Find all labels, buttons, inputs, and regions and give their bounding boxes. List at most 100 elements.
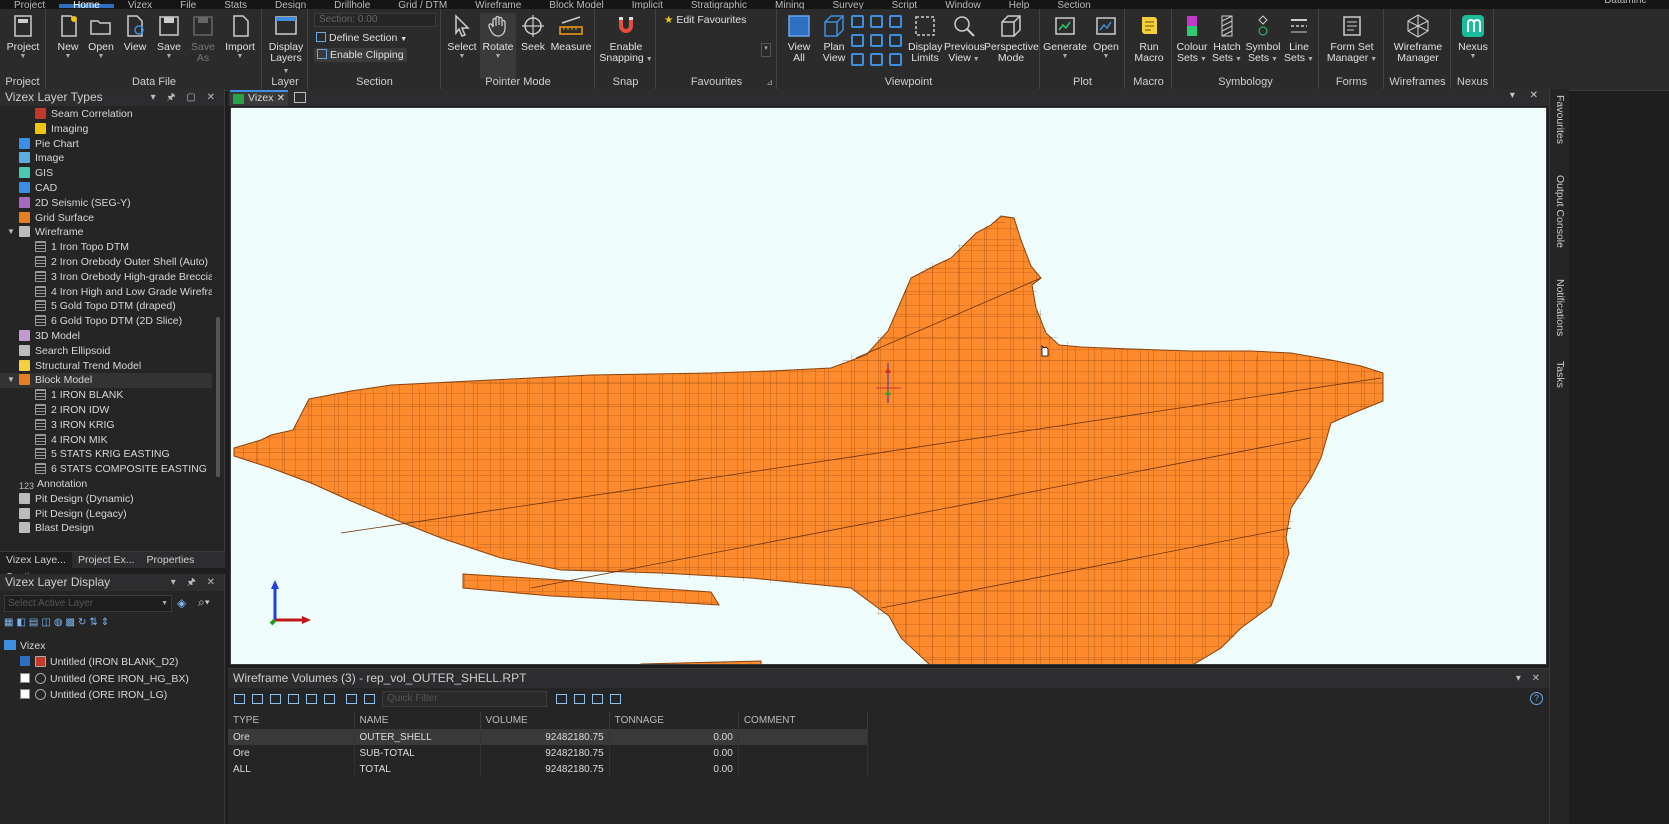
line-sets-button[interactable]: Line Sets ▼ bbox=[1283, 13, 1315, 65]
chevron-down-icon[interactable]: ▼ bbox=[7, 225, 17, 240]
report-export-icon[interactable] bbox=[288, 694, 299, 704]
new-button[interactable]: New ▼ bbox=[53, 13, 83, 61]
colour-sets-button[interactable]: Colour Sets ▼ bbox=[1175, 13, 1209, 65]
layer-display-item[interactable]: Untitled (IRON BLANK_D2) bbox=[0, 654, 225, 670]
define-section-button[interactable]: Define Section ▼ bbox=[316, 32, 407, 44]
layer-checkbox[interactable] bbox=[20, 656, 30, 667]
tree-item[interactable]: CAD bbox=[0, 181, 212, 196]
column-header[interactable]: VOLUME bbox=[480, 712, 610, 730]
panel-tab[interactable]: Vizex Laye... bbox=[0, 552, 72, 569]
enable-snapping-button[interactable]: Enable Snapping ▼ bbox=[598, 13, 654, 65]
tree-item[interactable]: 4 IRON MIK bbox=[0, 433, 212, 448]
tree-item[interactable]: 123 Annotation bbox=[0, 477, 212, 492]
layer-checkbox[interactable] bbox=[20, 688, 30, 699]
tree-item[interactable]: ▼ Wireframe bbox=[0, 225, 212, 240]
layer-tool-icon[interactable]: ◫ bbox=[41, 617, 53, 628]
import-button[interactable]: Import ▼ bbox=[221, 13, 259, 61]
open-plot-button[interactable]: Open ▼ bbox=[1089, 13, 1123, 61]
project-button[interactable]: Project ▼ bbox=[4, 13, 42, 61]
tree-item[interactable]: GIS bbox=[0, 166, 212, 181]
menu-tab[interactable]: Survey bbox=[819, 1, 878, 10]
tree-item[interactable]: ▼ Block Model bbox=[0, 373, 212, 389]
display-limits-button[interactable]: Display Limits bbox=[908, 13, 942, 64]
layer-tool-icon[interactable]: ◍ bbox=[54, 617, 66, 628]
column-header[interactable]: NAME bbox=[354, 712, 481, 730]
menu-tab[interactable]: Grid / DTM bbox=[384, 1, 461, 10]
layer-display-root[interactable]: Vizex bbox=[0, 638, 225, 654]
layer-tool-icon[interactable]: ◧ bbox=[16, 617, 28, 628]
view-all-button[interactable]: View All bbox=[782, 13, 816, 64]
tree-item[interactable]: 1 IRON BLANK bbox=[0, 388, 212, 403]
help-icon[interactable]: ? bbox=[1530, 692, 1543, 705]
tree-item[interactable]: 2D Seismic (SEG-Y) bbox=[0, 196, 212, 211]
tree-item[interactable]: 5 Gold Topo DTM (draped) bbox=[0, 299, 212, 314]
close-icon[interactable]: ✕ bbox=[277, 92, 285, 105]
menu-tab[interactable]: Home bbox=[59, 1, 114, 9]
report-list-icon[interactable] bbox=[252, 694, 263, 704]
tree-item[interactable]: 6 STATS COMPOSITE EASTING bbox=[0, 462, 212, 477]
tree-item[interactable]: Pit Design (Legacy) bbox=[0, 507, 212, 522]
tree-item[interactable]: 3 Iron Orebody High-grade Breccia (A bbox=[0, 270, 212, 285]
layers-icon[interactable]: ◈ bbox=[177, 596, 186, 610]
view-direction-icon[interactable] bbox=[889, 15, 902, 28]
chevron-down-icon[interactable]: ▼ bbox=[7, 373, 17, 388]
dialog-launcher-icon[interactable]: ⊿ bbox=[766, 78, 773, 87]
view-direction-icon[interactable] bbox=[870, 15, 883, 28]
panel-controls[interactable]: ▾ 🖈 ✕ bbox=[171, 574, 219, 591]
form-set-manager-button[interactable]: Form Set Manager ▼ bbox=[1323, 13, 1381, 65]
menu-tab[interactable]: Design bbox=[261, 1, 320, 10]
edit-favourites-button[interactable]: ★ Edit Favourites bbox=[664, 14, 746, 26]
save-button[interactable]: Save ▼ bbox=[153, 13, 185, 61]
enable-clipping-button[interactable]: Enable Clipping bbox=[314, 48, 407, 62]
column-header[interactable]: COMMENT bbox=[738, 712, 869, 730]
sidebar-tab-output-console[interactable]: Output Console bbox=[1554, 175, 1566, 248]
report-tree-icon[interactable] bbox=[270, 694, 281, 704]
report-columns-icon[interactable] bbox=[556, 694, 567, 704]
menu-tab[interactable]: Drillhole bbox=[320, 1, 384, 10]
tree-item[interactable]: Search Ellipsoid bbox=[0, 344, 212, 359]
seek-button[interactable]: Seek bbox=[518, 13, 548, 53]
menu-tab[interactable]: Script bbox=[878, 1, 932, 10]
view-direction-icon[interactable] bbox=[870, 34, 883, 47]
panel-tab[interactable]: Project Ex... bbox=[72, 552, 141, 569]
tree-item[interactable]: Imaging bbox=[0, 122, 212, 137]
sort-icon[interactable]: ⇅ bbox=[89, 617, 100, 628]
report-sort-icon[interactable] bbox=[574, 694, 585, 704]
report-print-icon[interactable] bbox=[306, 694, 317, 704]
open-button[interactable]: Open ▼ bbox=[85, 13, 117, 61]
tree-item[interactable]: 2 Iron Orebody Outer Shell (Auto) bbox=[0, 255, 212, 270]
collapse-icon[interactable]: ⇕ bbox=[101, 617, 112, 628]
view-direction-icon[interactable] bbox=[851, 34, 864, 47]
favourites-scroll-button[interactable]: ▾ bbox=[761, 43, 771, 57]
symbol-sets-button[interactable]: Symbol Sets ▼ bbox=[1245, 13, 1281, 65]
panel-controls[interactable]: ▾ ✕ bbox=[1516, 669, 1544, 688]
generate-plot-button[interactable]: Generate ▼ bbox=[1043, 13, 1087, 61]
view-direction-icon[interactable] bbox=[889, 34, 902, 47]
tree-scrollbar[interactable] bbox=[216, 317, 220, 477]
tree-item[interactable]: Blast Design bbox=[0, 521, 212, 536]
tree-item[interactable]: Pie Chart bbox=[0, 137, 212, 152]
quick-filter-input[interactable]: Quick Filter bbox=[382, 691, 547, 707]
tree-item[interactable]: Structural Trend Model bbox=[0, 359, 212, 374]
report-filter-icon[interactable] bbox=[324, 694, 335, 704]
sidebar-tab-tasks[interactable]: Tasks bbox=[1554, 361, 1566, 388]
run-macro-button[interactable]: Run Macro bbox=[1130, 13, 1168, 64]
hatch-sets-button[interactable]: Hatch Sets ▼ bbox=[1211, 13, 1243, 65]
menu-tab[interactable]: Implicit bbox=[618, 1, 677, 10]
select-button[interactable]: Select ▼ bbox=[445, 13, 479, 61]
layer-tool-icon[interactable]: ▤ bbox=[29, 617, 41, 628]
tree-item[interactable]: 1 Iron Topo DTM bbox=[0, 240, 212, 255]
menu-tab[interactable]: Help bbox=[995, 1, 1044, 10]
view-direction-grid[interactable] bbox=[851, 15, 907, 69]
vizex-3d-viewport[interactable] bbox=[230, 107, 1547, 665]
layer-display-item[interactable]: Untitled (ORE IRON_HG_BX) bbox=[0, 671, 225, 687]
layer-display-item[interactable]: Untitled (ORE IRON_LG) bbox=[0, 687, 225, 703]
tab-vizex[interactable]: Vizex ✕ bbox=[230, 90, 288, 106]
menu-tab[interactable]: Window bbox=[931, 1, 995, 10]
wireframe-manager-button[interactable]: Wireframe Manager bbox=[1388, 13, 1448, 64]
sidebar-tab-notifications[interactable]: Notifications bbox=[1554, 279, 1566, 336]
tree-item[interactable]: 4 Iron High and Low Grade Wirefram bbox=[0, 285, 212, 300]
tree-item[interactable]: 3 IRON KRIG bbox=[0, 418, 212, 433]
menu-tab[interactable]: File bbox=[166, 1, 210, 10]
menu-tab[interactable]: Stats bbox=[210, 1, 261, 10]
